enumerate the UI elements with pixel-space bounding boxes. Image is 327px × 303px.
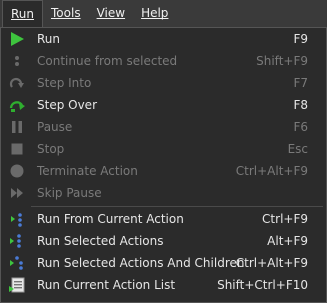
menu-item-shortcut: Alt+F9: [267, 234, 308, 248]
stop-icon: [9, 141, 25, 157]
menu-item-label: Run Current Action List: [37, 278, 176, 292]
run-selected-icon: [9, 233, 25, 249]
menu-item-label: Run Selected Actions And Children: [37, 256, 245, 270]
menu-help[interactable]: Help: [133, 0, 176, 27]
play-icon: [9, 31, 25, 47]
continue-dots-icon: [9, 53, 25, 69]
menu-item-shortcut: Ctrl+Alt+F9: [235, 164, 308, 178]
run-from-current-icon: [9, 211, 25, 227]
menu-item-step-into[interactable]: Step Into F7: [1, 72, 326, 94]
menu-item-label: Stop: [37, 142, 65, 156]
menu-item-label: Pause: [37, 120, 73, 134]
run-action-list-icon: [9, 277, 25, 293]
menu-item-label: Step Over: [37, 98, 97, 112]
pause-icon: [9, 119, 25, 135]
menu-item-pause[interactable]: Pause F6: [1, 116, 326, 138]
menu-tools[interactable]: Tools: [43, 0, 89, 27]
menu-item-run-current-action-list[interactable]: Run Current Action List Shift+Ctrl+F10: [1, 274, 326, 296]
menu-item-label: Skip Pause: [37, 186, 102, 200]
step-over-icon: [9, 97, 25, 113]
menu-item-shortcut: Ctrl+Alt+F9: [235, 256, 308, 270]
menu-item-shortcut: Shift+Ctrl+F10: [217, 278, 308, 292]
menu-item-shortcut: Esc: [287, 142, 308, 156]
menu-item-shortcut: F8: [293, 98, 308, 112]
menu-item-run-selected-actions[interactable]: Run Selected Actions Alt+F9: [1, 230, 326, 252]
run-selected-children-icon: [9, 255, 25, 271]
menu-run[interactable]: Run: [2, 0, 44, 27]
menu-item-label: Run Selected Actions: [37, 234, 164, 248]
menu-item-label: Terminate Action: [37, 164, 138, 178]
menu-item-label: Run: [37, 32, 61, 46]
menu-item-shortcut: F9: [293, 32, 308, 46]
terminate-icon: [9, 163, 25, 179]
menu-view[interactable]: View: [89, 0, 133, 27]
menu-item-run-selected-actions-and-children[interactable]: Run Selected Actions And Children Ctrl+A…: [1, 252, 326, 274]
menu-item-shortcut: Ctrl+F9: [262, 212, 308, 226]
menu-separator: [31, 206, 323, 207]
menu-item-label: Run From Current Action: [37, 212, 184, 226]
menu-item-terminate-action[interactable]: Terminate Action Ctrl+Alt+F9: [1, 160, 326, 182]
menu-item-skip-pause[interactable]: Skip Pause: [1, 182, 326, 204]
menu-item-label: Continue from selected: [37, 54, 178, 68]
menu-item-continue-from-selected[interactable]: Continue from selected Shift+F9: [1, 50, 326, 72]
menu-item-stop[interactable]: Stop Esc: [1, 138, 326, 160]
menu-item-run-from-current-action[interactable]: Run From Current Action Ctrl+F9: [1, 208, 326, 230]
run-menu-dropdown: Run F9 Continue from selected Shift+F9 S…: [0, 27, 327, 303]
menu-item-label: Step Into: [37, 76, 92, 90]
step-into-icon: [9, 75, 25, 91]
menu-bar: Run Tools View Help: [0, 0, 327, 27]
menu-item-shortcut: F7: [293, 76, 308, 90]
menu-item-run[interactable]: Run F9: [1, 28, 326, 50]
menu-item-shortcut: Shift+F9: [256, 54, 308, 68]
menu-item-shortcut: F6: [293, 120, 308, 134]
menu-item-step-over[interactable]: Step Over F8: [1, 94, 326, 116]
skip-pause-icon: [9, 185, 25, 201]
